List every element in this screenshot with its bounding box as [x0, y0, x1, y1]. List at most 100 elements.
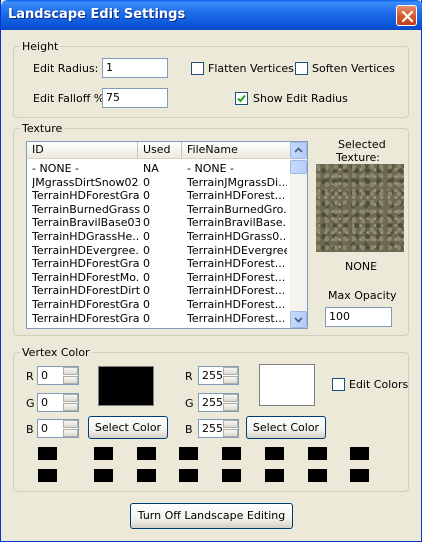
left-r-spinner[interactable]: 0 — [37, 366, 79, 385]
list-item[interactable]: - NONE - NA - NONE - — [27, 162, 291, 175]
cell-id: TerrainHDForestMo... — [32, 270, 140, 284]
right-g-spinner[interactable]: 255 — [198, 393, 239, 412]
cell-filename: TerrainHDForest... — [187, 311, 286, 325]
height-legend: Height — [20, 40, 61, 53]
soften-vertices-checkbox[interactable] — [295, 62, 308, 75]
right-r-up-arrow-icon[interactable] — [223, 367, 238, 375]
palette-swatch[interactable] — [350, 469, 369, 482]
palette-swatch[interactable] — [350, 447, 369, 460]
title-bar[interactable]: Landscape Edit Settings — [1, 0, 422, 30]
right-g-up-arrow-icon[interactable] — [223, 394, 238, 402]
list-item[interactable]: TerrainHDGrassHe... 0 TerrainHDGrass0... — [27, 230, 291, 243]
list-item[interactable]: JMgrassDirtSnow02... 0 TerrainJMgrassDi... — [27, 176, 291, 189]
chevron-up-icon — [294, 147, 303, 153]
list-item[interactable]: TerrainHDForestDirt... 0 TerrainHDForest..… — [27, 284, 291, 297]
cell-used: 0 — [143, 202, 150, 216]
left-r-up-arrow-icon[interactable] — [63, 367, 78, 375]
scroll-thumb[interactable] — [290, 160, 307, 174]
left-b-down-arrow-icon[interactable] — [63, 429, 78, 437]
texture-list-scrollbar[interactable] — [290, 142, 307, 328]
close-icon — [401, 10, 414, 23]
cell-used: 0 — [143, 311, 150, 325]
texture-list[interactable]: ID Used FileName - NONE - NA - NONE - JMgra… — [26, 141, 308, 329]
height-group — [13, 46, 409, 118]
cell-filename: TerrainHDForest... — [187, 284, 286, 298]
cell-filename: TerrainHDEvergree... — [187, 243, 287, 257]
list-item[interactable]: TerrainBurnedGrass... 0 TerrainBurnedGro..… — [27, 203, 291, 216]
list-item[interactable]: TerrainHDForestGra... 0 TerrainHDForest... — [27, 189, 291, 202]
list-item[interactable]: TerrainHDForestMo... 0 TerrainHDForest... — [27, 271, 291, 284]
palette-swatch[interactable] — [265, 447, 284, 460]
edit-falloff-input[interactable]: 75 — [102, 88, 168, 108]
palette-swatch[interactable] — [38, 469, 57, 482]
left-r-label: R — [26, 370, 34, 383]
cell-filename: TerrainHDForest... — [187, 298, 286, 311]
cell-filename: TerrainHDForest... — [187, 270, 286, 284]
cell-used: 0 — [143, 270, 150, 284]
list-item[interactable]: TerrainHDForestGra... 0 TerrainHDForest... — [27, 298, 291, 311]
max-opacity-input[interactable]: 100 — [325, 307, 392, 327]
palette-swatch[interactable] — [94, 469, 113, 482]
palette-swatch[interactable] — [94, 447, 113, 460]
right-b-up-arrow-icon[interactable] — [223, 420, 238, 428]
cell-id: TerrainBravilBase03... — [32, 216, 140, 230]
edit-colors-checkbox[interactable] — [332, 378, 345, 391]
edit-falloff-value: 75 — [106, 91, 120, 104]
cell-id: - NONE - — [32, 162, 79, 175]
cell-filename: TerrainHDGrass0... — [187, 230, 287, 243]
cell-used: 0 — [143, 175, 150, 189]
edit-radius-input[interactable]: 1 — [102, 58, 168, 78]
left-r-down-arrow-icon[interactable] — [63, 376, 78, 384]
scroll-up-button[interactable] — [290, 142, 307, 159]
window-title: Landscape Edit Settings — [8, 7, 186, 22]
palette-swatch[interactable] — [308, 447, 327, 460]
cell-id: JMgrassDirtSnow02... — [32, 175, 140, 189]
left-b-up-arrow-icon[interactable] — [63, 420, 78, 428]
right-r-spinner[interactable]: 255 — [198, 366, 239, 385]
selected-texture-name: NONE — [345, 260, 378, 273]
right-r-down-arrow-icon[interactable] — [223, 376, 238, 384]
list-item[interactable]: TerrainHDEvergree...0TerrainHDEvergree..… — [27, 244, 291, 257]
list-item[interactable]: TerrainHDForestGra... 0 TerrainHDForest... — [27, 312, 291, 325]
right-b-spinner[interactable]: 255 — [198, 419, 239, 438]
right-select-color-button[interactable]: Select Color — [246, 416, 326, 439]
column-header-used[interactable]: Used — [138, 142, 182, 159]
close-button[interactable] — [396, 5, 417, 26]
right-g-label: G — [185, 397, 194, 410]
cell-filename: TerrainJMgrassDi... — [187, 175, 287, 189]
palette-swatch[interactable] — [179, 469, 198, 482]
left-g-up-arrow-icon[interactable] — [63, 394, 78, 402]
palette-swatch[interactable] — [222, 447, 241, 460]
max-opacity-label: Max Opacity — [328, 289, 397, 302]
palette-swatch[interactable] — [137, 447, 156, 460]
right-b-label: B — [185, 423, 193, 436]
turn-off-landscape-editing-button[interactable]: Turn Off Landscape Editing — [130, 503, 293, 529]
max-opacity-value: 100 — [329, 310, 350, 323]
palette-swatch[interactable] — [265, 469, 284, 482]
column-header-id[interactable]: ID — [27, 142, 138, 159]
cell-filename: - NONE - — [187, 162, 234, 175]
left-b-spinner[interactable]: 0 — [37, 419, 79, 438]
cell-filename: TerrainBravilBase... — [187, 216, 287, 230]
flatten-vertices-checkbox[interactable] — [191, 62, 204, 75]
palette-swatch[interactable] — [137, 469, 156, 482]
palette-swatch[interactable] — [222, 469, 241, 482]
list-item[interactable]: TerrainBravilBase03... 0 TerrainBravilBase… — [27, 216, 291, 229]
right-g-down-arrow-icon[interactable] — [223, 403, 238, 411]
show-edit-radius-checkbox[interactable] — [235, 92, 248, 105]
right-b-down-arrow-icon[interactable] — [223, 429, 238, 437]
right-r-spin-buttons — [223, 367, 238, 384]
left-g-spinner[interactable]: 0 — [37, 393, 79, 412]
list-item[interactable]: TerrainHDForestGra... 0 TerrainHDForest... — [27, 257, 291, 270]
palette-swatch[interactable] — [308, 469, 327, 482]
scroll-down-button[interactable] — [290, 311, 307, 328]
left-select-color-button[interactable]: Select Color — [88, 416, 168, 439]
right-color-swatch — [259, 364, 315, 406]
column-header-filename[interactable]: FileName — [182, 142, 291, 159]
palette-swatch[interactable] — [179, 447, 198, 460]
selected-texture-label-line1: Selected — [338, 138, 386, 151]
cell-id: TerrainHDForestGra... — [32, 189, 140, 203]
palette-swatch[interactable] — [38, 447, 57, 460]
left-g-down-arrow-icon[interactable] — [63, 403, 78, 411]
flatten-vertices-label: Flatten Vertices — [208, 62, 294, 75]
